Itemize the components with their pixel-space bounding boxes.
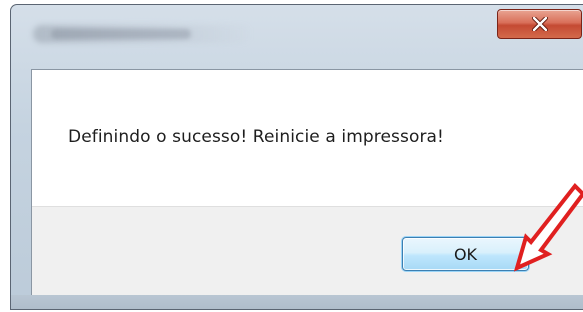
close-icon: [531, 17, 548, 31]
dialog-message: Definindo o sucesso! Reinicie a impresso…: [68, 127, 444, 147]
dialog-client-area: Definindo o sucesso! Reinicie a impresso…: [31, 69, 583, 297]
window-title-blurred-text: [51, 29, 191, 39]
ok-button[interactable]: OK: [402, 237, 529, 271]
button-bar: OK: [32, 206, 583, 297]
close-button[interactable]: [497, 9, 582, 39]
dialog-window: Definindo o sucesso! Reinicie a impresso…: [10, 4, 583, 310]
window-bottom-border: [11, 295, 583, 309]
message-area: Definindo o sucesso! Reinicie a impresso…: [32, 70, 583, 206]
title-bar[interactable]: [11, 5, 583, 67]
